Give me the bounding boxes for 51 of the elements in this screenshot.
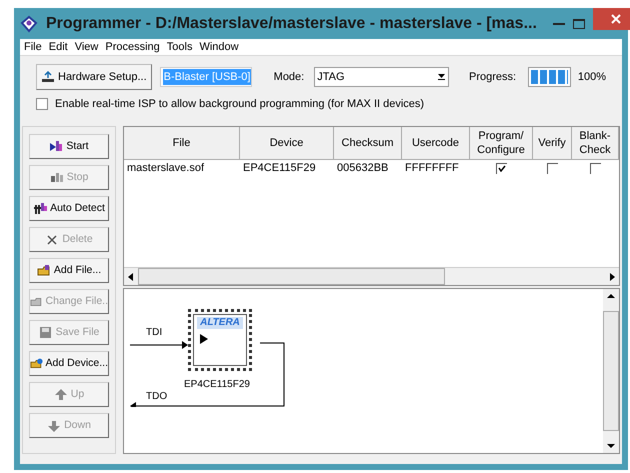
column-header[interactable]: Verify xyxy=(533,127,572,160)
mode-dropdown[interactable]: JTAG xyxy=(314,67,450,87)
menu-item[interactable]: Processing xyxy=(105,38,160,56)
column-header[interactable]: Program/ Configure xyxy=(470,127,533,160)
up-arrow-icon xyxy=(54,388,68,402)
menu-item[interactable]: Edit xyxy=(48,38,68,56)
folder-icon xyxy=(36,264,51,278)
folder-icon xyxy=(30,356,43,370)
toolbar-button[interactable]: Add Device... xyxy=(29,351,109,376)
minimize-icon xyxy=(552,22,565,24)
progress-reading: 100% xyxy=(578,70,606,85)
table-cell: masterslave.sof xyxy=(127,162,204,174)
menu-item[interactable]: File xyxy=(24,38,42,56)
menu-item[interactable]: Tools xyxy=(166,38,192,56)
x-icon xyxy=(45,232,60,246)
column-header[interactable]: Device xyxy=(240,127,334,160)
progress-label: Progress: xyxy=(469,70,516,85)
horizontal-scrollbar[interactable] xyxy=(124,267,619,285)
toolbar-button[interactable]: Auto Detect xyxy=(29,196,109,221)
tdi-label: TDI xyxy=(146,326,162,340)
device-name: EP4CE115F29 xyxy=(184,378,250,392)
menu-item[interactable]: Window xyxy=(199,38,239,56)
menu-item[interactable]: View xyxy=(74,38,98,56)
down-arrow-icon xyxy=(47,418,62,432)
tdo-label: TDO xyxy=(146,390,168,404)
maximize-icon xyxy=(572,18,585,28)
chip-logo: ALTERA xyxy=(197,317,243,329)
isp-option-label: Enable real-time ISP to allow background programming (for MAX II devices) xyxy=(55,97,424,112)
toolbar-button[interactable]: Start xyxy=(29,134,109,159)
hardware-icon xyxy=(41,71,55,83)
column-header[interactable]: File xyxy=(124,127,240,160)
play-icon xyxy=(200,334,208,344)
window-title: Programmer - D:/Masterslave/masterslave - masterslave - [mas... xyxy=(46,14,537,34)
toolbar-button[interactable]: Add File... xyxy=(29,258,109,283)
dropdown-arrow-icon xyxy=(438,74,446,80)
table-cell: FFFFFFFF xyxy=(405,162,459,174)
hardware-setup-button[interactable]: Hardware Setup... xyxy=(36,64,152,90)
app-icon xyxy=(20,14,38,32)
stop-icon xyxy=(50,170,64,184)
mode-label: Mode: xyxy=(274,70,304,85)
close-icon xyxy=(610,14,621,24)
close-button[interactable] xyxy=(592,8,630,30)
chip-icon xyxy=(33,202,48,216)
column-header[interactable]: Checksum xyxy=(334,127,402,160)
start-icon xyxy=(49,140,64,154)
isp-checkbox[interactable] xyxy=(36,98,48,110)
column-header[interactable]: Usercode xyxy=(402,127,470,160)
vertical-scrollbar[interactable] xyxy=(603,289,619,453)
column-header[interactable]: Blank-Check xyxy=(572,127,619,160)
table-cell: EP4CE115F29 xyxy=(243,162,316,174)
table-cell: 005632BB xyxy=(337,162,388,174)
